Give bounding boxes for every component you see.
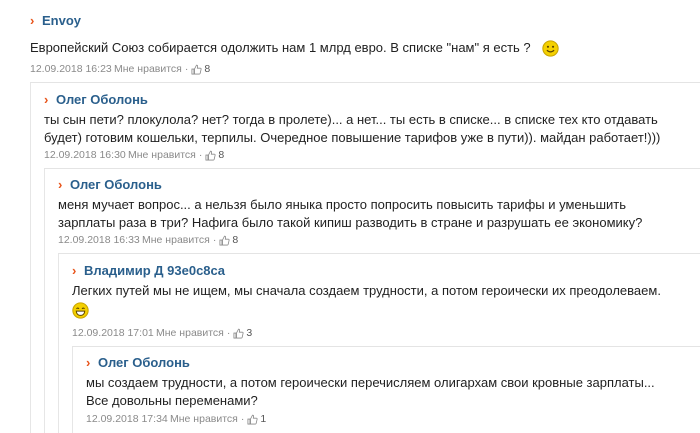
like-button[interactable]: Мне нравится bbox=[114, 63, 182, 75]
like-count: 8 bbox=[204, 63, 211, 75]
comment-1-author-row: › Envoy bbox=[30, 13, 81, 28]
comment-text-line: ты сын пети? плокулола? нет? тогда в про… bbox=[44, 112, 658, 127]
like-button[interactable]: Мне нравится bbox=[156, 327, 224, 339]
thumbs-up-icon[interactable] bbox=[247, 414, 258, 425]
separator-dot: · bbox=[184, 63, 189, 75]
comment-date: 12.09.2018 16:30 bbox=[44, 149, 126, 161]
separator-dot: · bbox=[198, 149, 203, 161]
chevron-right-icon: › bbox=[58, 176, 63, 192]
chevron-right-icon: › bbox=[86, 354, 91, 370]
like-count: 3 bbox=[246, 327, 253, 339]
like-button[interactable]: Мне нравится bbox=[128, 149, 196, 161]
thumbs-up-icon[interactable] bbox=[205, 150, 216, 161]
comment-text-line: будет) готовим кошельки, терпилы. Очеред… bbox=[44, 130, 661, 145]
smiley-icon bbox=[542, 40, 559, 57]
comment-meta: 12.09.2018 16:30 Мне нравится · 8 bbox=[44, 149, 224, 161]
separator-dot: · bbox=[212, 234, 217, 246]
comment-author[interactable]: Олег Оболонь bbox=[56, 92, 148, 107]
comment-date: 12.09.2018 16:23 bbox=[30, 63, 112, 75]
comment-date: 12.09.2018 17:34 bbox=[86, 413, 168, 425]
laughing-smiley-icon bbox=[72, 301, 89, 319]
like-count: 1 bbox=[260, 413, 267, 425]
chevron-right-icon: › bbox=[44, 91, 49, 107]
comment-text-line: Все довольны переменами? bbox=[86, 393, 258, 408]
comment-text-line: Легких путей мы не ищем, мы сначала созд… bbox=[72, 283, 661, 298]
like-count: 8 bbox=[232, 234, 239, 246]
thumbs-up-icon[interactable] bbox=[219, 235, 230, 246]
chevron-right-icon: › bbox=[72, 262, 77, 278]
comment-text: ты сын пети? плокулола? нет? тогда в про… bbox=[44, 111, 660, 147]
comment-text: меня мучает вопрос... а нельзя было янык… bbox=[58, 196, 642, 232]
like-button[interactable]: Мне нравится bbox=[170, 413, 238, 425]
comment-3-author-row: › Олег Оболонь bbox=[58, 177, 162, 192]
comment-author[interactable]: Envoy bbox=[42, 13, 81, 28]
thumbs-up-icon[interactable] bbox=[191, 64, 202, 75]
comment-author[interactable]: Олег Оболонь bbox=[70, 177, 162, 192]
chevron-right-icon: › bbox=[30, 12, 35, 28]
comment-text-line: зарплаты раза в три? Нафига было такой к… bbox=[58, 215, 643, 230]
comment-4-author-row: › Владимир Д 93e0c8ca bbox=[72, 263, 225, 278]
separator-dot: · bbox=[240, 413, 245, 425]
comment-text: Легких путей мы не ищем, мы сначала созд… bbox=[72, 282, 661, 319]
comment-text: Европейский Союз собирается одолжить нам… bbox=[30, 39, 559, 57]
comment-meta: 12.09.2018 16:33 Мне нравится · 8 bbox=[58, 234, 238, 246]
comment-meta: 12.09.2018 17:34 Мне нравится · 1 bbox=[86, 413, 266, 425]
comment-text-line: мы создаем трудности, а потом героически… bbox=[86, 375, 655, 390]
comment-meta: 12.09.2018 16:23 Мне нравится · 8 bbox=[30, 63, 210, 75]
comment-author[interactable]: Владимир Д 93e0c8ca bbox=[84, 263, 225, 278]
thumbs-up-icon[interactable] bbox=[233, 328, 244, 339]
comment-text-line: Европейский Союз собирается одолжить нам… bbox=[30, 40, 531, 55]
separator-dot: · bbox=[226, 327, 231, 339]
comment-date: 12.09.2018 17:01 bbox=[72, 327, 154, 339]
comment-date: 12.09.2018 16:33 bbox=[58, 234, 140, 246]
comment-author[interactable]: Олег Оболонь bbox=[98, 355, 190, 370]
like-button[interactable]: Мне нравится bbox=[142, 234, 210, 246]
comment-text: мы создаем трудности, а потом героически… bbox=[86, 374, 655, 410]
like-count: 8 bbox=[218, 149, 225, 161]
comment-5-author-row: › Олег Оболонь bbox=[86, 355, 190, 370]
comment-meta: 12.09.2018 17:01 Мне нравится · 3 bbox=[72, 327, 252, 339]
comment-2-author-row: › Олег Оболонь bbox=[44, 92, 148, 107]
comment-text-line: меня мучает вопрос... а нельзя было янык… bbox=[58, 197, 627, 212]
